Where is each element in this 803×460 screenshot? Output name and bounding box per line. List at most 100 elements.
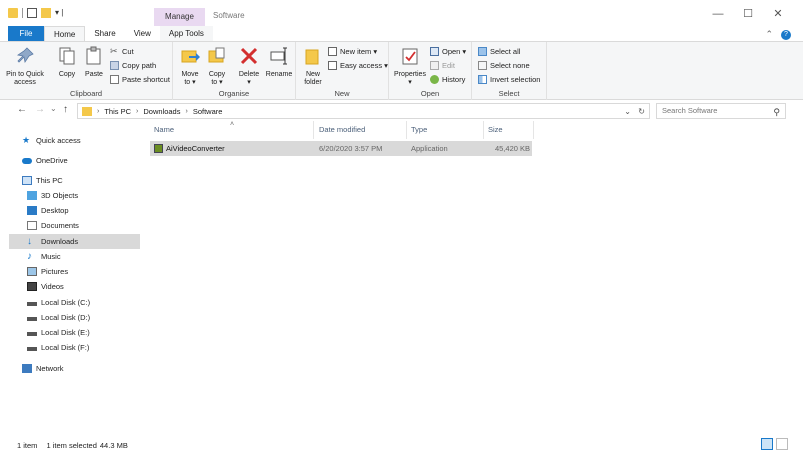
application-icon xyxy=(154,144,163,153)
breadcrumb-chevron-icon[interactable]: › xyxy=(97,108,99,115)
breadcrumb-downloads[interactable]: Downloads xyxy=(143,107,180,116)
large-icons-view-icon[interactable] xyxy=(776,438,788,450)
pin-to-quick-access-button[interactable]: Pin to Quick access xyxy=(4,46,46,87)
nav-item-local-disk-d[interactable]: Local Disk (D:) xyxy=(27,310,158,325)
properties-dropdown-icon[interactable]: ▾ xyxy=(392,79,428,87)
column-header-date-modified[interactable]: Date modified xyxy=(315,121,407,139)
new-folder-button[interactable]: New folder xyxy=(300,46,326,87)
nav-item-desktop[interactable]: Desktop xyxy=(27,203,158,218)
minimize-button[interactable]: — xyxy=(703,7,733,21)
tab-file[interactable]: File xyxy=(8,26,44,41)
recent-locations-chevron-icon[interactable]: ⌄ xyxy=(50,104,57,113)
file-name: AiVideoConverter xyxy=(166,144,225,153)
document-icon xyxy=(27,221,37,230)
paste-button[interactable]: Paste xyxy=(82,46,106,79)
nav-item-downloads[interactable]: ↓ Downloads xyxy=(9,234,140,249)
cut-button[interactable]: ✂ Cut xyxy=(110,47,134,57)
ribbon-tabs: File Home Share View App Tools xyxy=(8,26,213,41)
delete-button[interactable]: Delete ▾ xyxy=(236,46,262,87)
breadcrumb-this-pc[interactable]: This PC xyxy=(104,107,131,116)
drive-icon xyxy=(27,317,37,321)
nav-item-local-disk-c[interactable]: Local Disk (C:) xyxy=(27,295,158,310)
copy-icon xyxy=(59,47,75,65)
paste-icon xyxy=(86,46,101,65)
new-folder-icon[interactable] xyxy=(41,8,51,18)
new-item-button[interactable]: New item ▾ xyxy=(328,47,377,56)
collapse-ribbon-chevron-icon[interactable]: ⌃ xyxy=(765,29,773,40)
details-view-icon[interactable] xyxy=(761,438,773,450)
column-header-size[interactable]: Size xyxy=(484,121,534,139)
computer-icon xyxy=(22,176,32,185)
quick-access-toolbar: ▾ | xyxy=(8,8,63,18)
forward-arrow-icon[interactable]: → xyxy=(35,104,45,115)
folder-icon xyxy=(8,8,18,18)
up-arrow-icon[interactable]: ↑ xyxy=(63,104,68,115)
nav-item-pictures[interactable]: Pictures xyxy=(27,264,158,279)
help-icon[interactable]: ? xyxy=(781,29,791,40)
nav-item-network[interactable]: Network xyxy=(22,361,153,376)
easy-access-icon xyxy=(328,61,337,70)
copy-path-icon xyxy=(110,61,119,70)
nav-item-onedrive[interactable]: OneDrive xyxy=(22,153,153,168)
item-count: 1 item xyxy=(17,441,38,450)
easy-access-button[interactable]: Easy access ▾ xyxy=(328,61,388,70)
tab-share[interactable]: Share xyxy=(85,26,124,41)
maximize-button[interactable]: ☐ xyxy=(733,7,763,21)
breadcrumb-chevron-icon[interactable]: › xyxy=(185,108,187,115)
delete-dropdown-icon[interactable]: ▾ xyxy=(236,79,262,87)
cube-icon xyxy=(27,191,37,200)
ribbon: Pin to Quick access Copy Paste ✂ Cut Cop… xyxy=(0,41,803,100)
tab-home[interactable]: Home xyxy=(44,26,86,41)
breadcrumb-software[interactable]: Software xyxy=(193,107,223,116)
copy-to-button[interactable]: Copy to ▾ xyxy=(205,46,229,87)
new-group: New folder New item ▾ Easy access ▾ New xyxy=(296,42,389,100)
select-none-button[interactable]: Select none xyxy=(478,61,530,70)
title-bar: ▾ | Manage Software — ☐ ✕ xyxy=(0,0,803,26)
invert-selection-button[interactable]: Invert selection xyxy=(478,75,540,84)
rename-button[interactable]: Rename xyxy=(264,46,294,79)
nav-item-videos[interactable]: Videos xyxy=(27,279,158,294)
nav-item-documents[interactable]: Documents xyxy=(27,218,158,233)
column-header-type[interactable]: Type xyxy=(407,121,484,139)
nav-item-3d-objects[interactable]: 3D Objects xyxy=(27,188,158,203)
search-placeholder: Search Software xyxy=(662,106,718,115)
breadcrumb-chevron-icon[interactable]: › xyxy=(136,108,138,115)
tab-view[interactable]: View xyxy=(125,26,160,41)
back-arrow-icon[interactable]: ← xyxy=(17,104,27,115)
nav-item-music[interactable]: ♪ Music xyxy=(27,249,158,264)
close-button[interactable]: ✕ xyxy=(763,7,793,21)
paste-shortcut-button[interactable]: Paste shortcut xyxy=(110,75,170,84)
folder-icon xyxy=(82,106,92,116)
refresh-icon[interactable]: ↻ xyxy=(638,107,645,116)
select-all-button[interactable]: Select all xyxy=(478,47,520,56)
desktop-icon xyxy=(27,206,37,215)
delete-x-icon xyxy=(240,47,258,65)
properties-check-icon[interactable] xyxy=(27,8,37,18)
copy-button[interactable]: Copy xyxy=(55,46,79,79)
customize-toolbar-dropdown[interactable]: ▾ | xyxy=(55,8,63,18)
network-icon xyxy=(22,364,32,373)
address-dropdown-icon[interactable]: ⌄ xyxy=(624,107,631,116)
search-input[interactable]: Search Software ⚲ xyxy=(656,103,786,119)
nav-item-local-disk-e[interactable]: Local Disk (E:) xyxy=(27,325,158,340)
move-to-button[interactable]: Move to ▾ xyxy=(178,46,202,87)
address-bar[interactable]: › This PC › Downloads › Software ⌄ ↻ xyxy=(77,103,650,119)
tab-app-tools[interactable]: App Tools xyxy=(159,26,213,41)
selected-count: 1 item selected xyxy=(46,441,97,450)
tab-manage[interactable]: Manage xyxy=(154,8,205,26)
file-row[interactable]: AiVideoConverter 6/20/2020 3:57 PM Appli… xyxy=(150,141,532,156)
clipboard-group-label: Clipboard xyxy=(69,89,103,98)
nav-item-this-pc[interactable]: This PC xyxy=(22,173,153,188)
edit-button[interactable]: Edit xyxy=(430,61,455,70)
clipboard-group: Pin to Quick access Copy Paste ✂ Cut Cop… xyxy=(0,42,173,100)
navigation-bar: ← → ⌄ ↑ › This PC › Downloads › Software… xyxy=(0,101,803,121)
copy-path-button[interactable]: Copy path xyxy=(110,61,156,70)
history-button[interactable]: History xyxy=(430,75,465,84)
nav-item-local-disk-f[interactable]: Local Disk (F:) xyxy=(27,340,158,355)
properties-button[interactable]: Properties ▾ xyxy=(392,46,428,87)
open-button[interactable]: Open ▾ xyxy=(430,47,466,56)
history-icon xyxy=(430,75,439,84)
nav-item-quick-access[interactable]: ★ Quick access xyxy=(22,133,153,148)
invert-selection-icon xyxy=(478,75,487,84)
copy-to-icon xyxy=(208,47,225,63)
